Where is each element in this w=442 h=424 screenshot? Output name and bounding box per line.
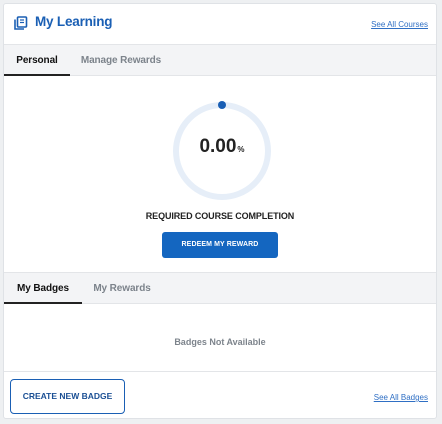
learning-icon: [13, 15, 29, 31]
tab-my-badges[interactable]: My Badges: [4, 273, 82, 304]
completion-value: 0.00: [199, 136, 237, 157]
badges-empty-message: Badges Not Available: [174, 337, 266, 347]
see-all-courses-link[interactable]: See All Courses: [371, 20, 428, 29]
tab-personal[interactable]: Personal: [4, 45, 70, 76]
completion-percentage: 0.00%: [167, 136, 277, 158]
footer-divider: [4, 371, 436, 372]
redeem-reward-button[interactable]: REDEEM MY REWARD: [162, 232, 278, 258]
my-learning-card: My Learning See All Courses Personal Man…: [3, 3, 437, 419]
card-title: My Learning: [35, 14, 113, 29]
see-all-badges-link[interactable]: See All Badges: [374, 393, 428, 402]
create-badge-button[interactable]: CREATE NEW BADGE: [10, 379, 125, 414]
card-header: My Learning See All Courses: [4, 4, 436, 44]
learning-tabs: Personal Manage Rewards: [4, 44, 436, 76]
tab-my-rewards[interactable]: My Rewards: [86, 273, 158, 304]
completion-label: REQUIRED COURSE COMPLETION: [145, 211, 295, 221]
progress-marker: [218, 101, 226, 109]
tab-manage-rewards[interactable]: Manage Rewards: [78, 45, 164, 76]
badge-tabs: My Badges My Rewards: [4, 272, 436, 304]
completion-unit: %: [237, 145, 245, 154]
